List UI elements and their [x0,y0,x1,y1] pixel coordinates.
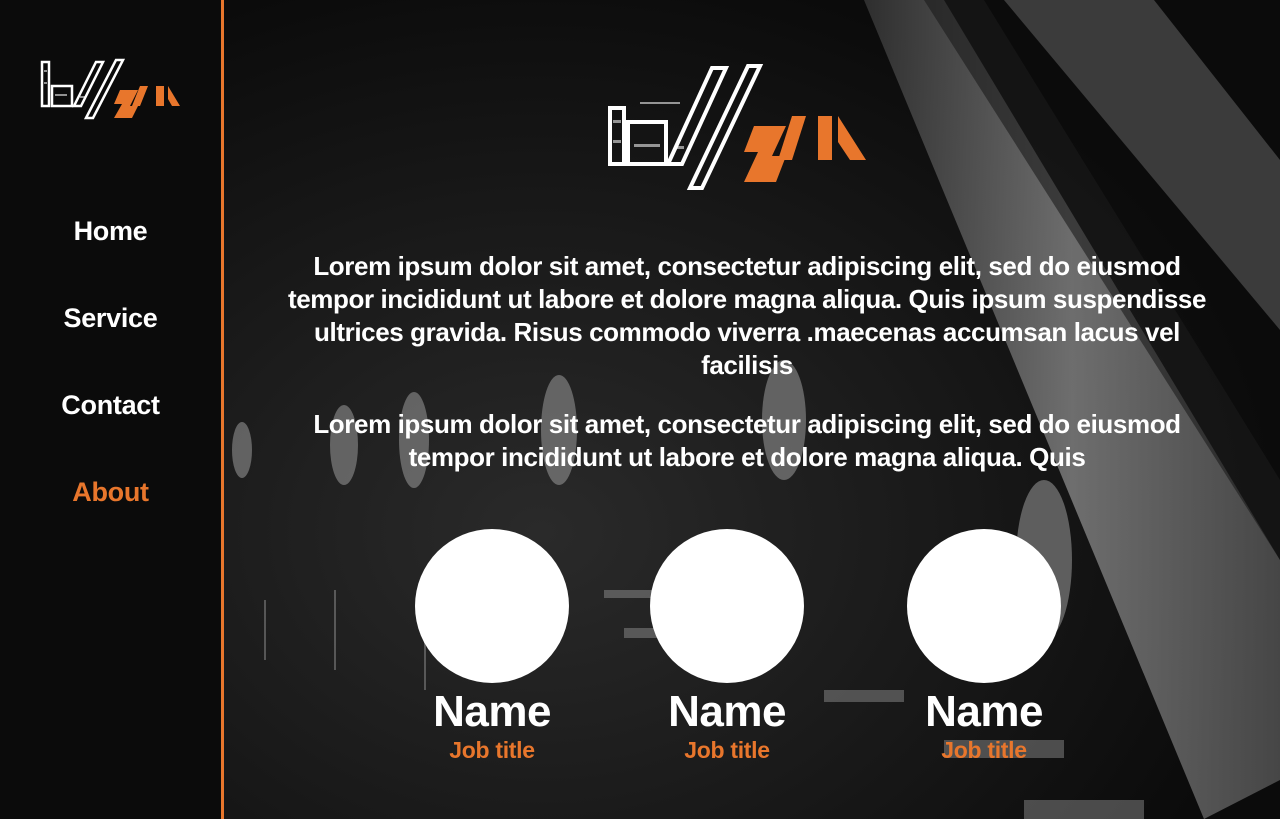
team-member: Name Job title [627,529,827,763]
team-member: Name Job title [884,529,1084,763]
brand-logo[interactable] [38,56,184,130]
nav-item-home[interactable]: Home [0,210,221,297]
nav-item-service[interactable]: Service [0,297,221,384]
about-paragraph-2: Lorem ipsum dolor sit amet, consectetur … [313,409,1181,472]
team-section: Name Job title Name Job title Name Job t… [224,529,1280,769]
about-page: Home Service Contact About Lorem ipsum d… [0,0,1280,819]
team-member: Name Job title [392,529,592,763]
avatar [907,529,1061,683]
about-paragraph-1: Lorem ipsum dolor sit amet, consectetur … [287,251,1207,380]
member-job-title: Job title [941,737,1027,763]
member-job-title: Job title [449,737,535,763]
avatar [650,529,804,683]
nav-item-contact[interactable]: Contact [0,384,221,471]
sidebar: Home Service Contact About [0,0,224,819]
member-name: Name [925,687,1043,736]
avatar [415,529,569,683]
main-content: Lorem ipsum dolor sit amet, consectetur … [224,0,1280,819]
nav-item-about[interactable]: About [0,471,221,558]
member-name: Name [668,687,786,736]
member-name: Name [433,687,551,736]
hero-logo [608,64,866,190]
member-job-title: Job title [684,737,770,763]
main-nav: Home Service Contact About [0,210,221,558]
